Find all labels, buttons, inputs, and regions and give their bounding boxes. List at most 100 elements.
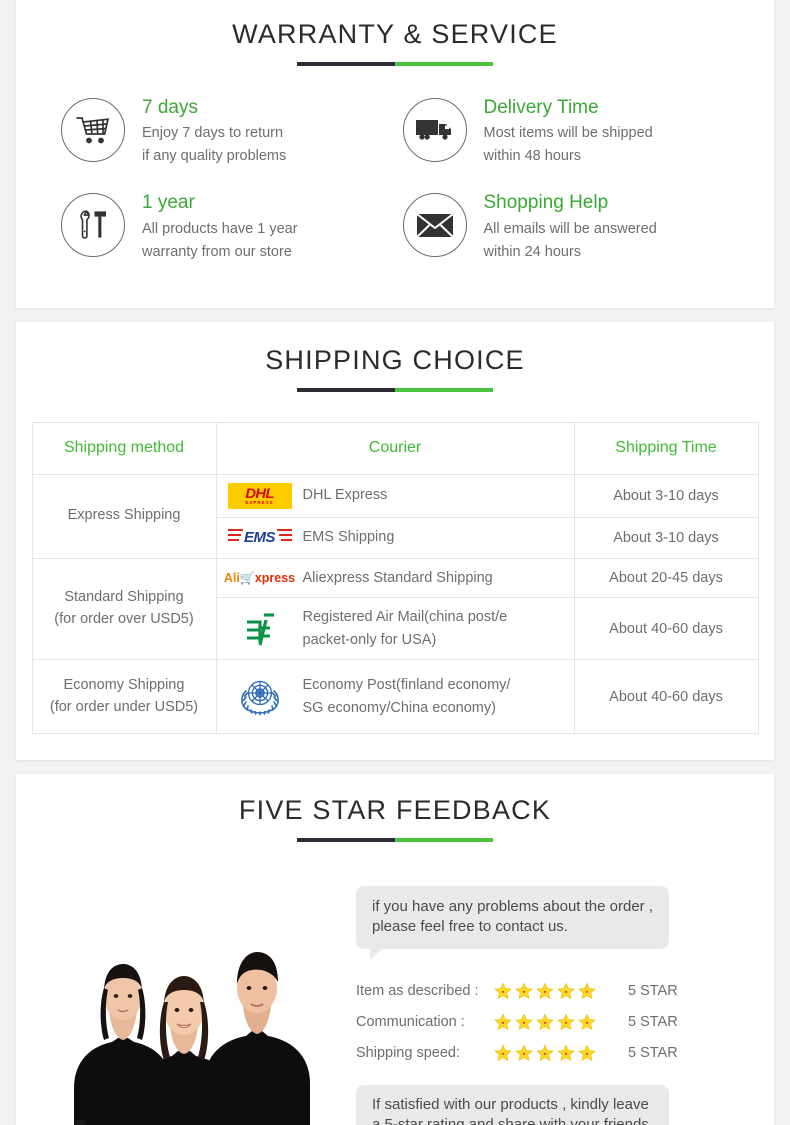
feature-desc: Most items will be shipped within 48 hou… <box>483 125 653 164</box>
courier-name: DHL Express <box>302 487 388 504</box>
table-row: Economy Shipping (for order under USD5) <box>31 659 759 735</box>
star-icon <box>557 1044 575 1061</box>
cell-shipping-time: About 20-45 days <box>573 557 759 599</box>
rating-label: Shipping speed: <box>356 1044 460 1061</box>
column-header-courier: Courier <box>215 421 575 475</box>
heading-rule <box>297 387 493 392</box>
star-rating <box>494 1044 606 1062</box>
table-row: Express Shipping DHL EXPRESS DHL Express <box>31 473 759 559</box>
ali-cart-icon: 🛒 <box>239 570 255 585</box>
feedback-heading: FIVE STAR FEEDBACK <box>16 795 774 842</box>
star-icon <box>578 1013 596 1030</box>
column-header-shipping-method: Shipping method <box>31 421 217 475</box>
rule-dark-half <box>297 61 395 66</box>
rating-row-shipping-speed: Shipping speed: 5 STAR <box>356 1037 748 1068</box>
cell-shipping-method: Express Shipping <box>31 473 217 559</box>
column-header-shipping-time: Shipping Time <box>573 421 759 475</box>
courier-name: EMS Shipping <box>302 529 395 546</box>
star-icon <box>515 982 533 999</box>
xpress-wordmark: xpress <box>254 570 296 585</box>
warranty-heading: WARRANTY & SERVICE <box>16 19 774 66</box>
cell-courier: DHL EXPRESS DHL Express <box>215 473 575 518</box>
heading-rule <box>297 837 493 842</box>
ali-wordmark: Ali <box>223 570 240 585</box>
star-rating <box>494 1013 606 1031</box>
speech-bubble: if you have any problems about the order… <box>356 885 670 960</box>
rating-value: 5 STAR <box>628 1044 678 1061</box>
warranty-service-section: WARRANTY & SERVICE 7 days Enjoy 7 days t… <box>16 0 774 308</box>
feature-shopping-help: Shopping Help All emails will be answere… <box>402 189 745 263</box>
five-star-feedback-section: FIVE STAR FEEDBACK if you have any probl… <box>16 774 774 1125</box>
rating-row-item-as-described: Item as described : 5 STAR <box>356 975 748 1006</box>
courier-name: Economy Post(finland economy/ SG economy… <box>302 677 511 716</box>
shipping-table: Shipping method Courier Shipping Time Ex… <box>31 421 759 735</box>
rule-green-half <box>395 837 493 842</box>
shipping-title: SHIPPING CHOICE <box>265 345 525 375</box>
cell-shipping-method: Standard Shipping (for order over USD5) <box>31 557 217 661</box>
rating-row-communication: Communication : 5 STAR <box>356 1006 748 1037</box>
shipping-heading: SHIPPING CHOICE <box>16 345 774 392</box>
star-icon <box>536 1013 554 1030</box>
star-icon <box>536 1044 554 1061</box>
feature-delivery-time: Delivery Time Most items will be shipped… <box>402 94 745 168</box>
feature-1-year: 1 year All products have 1 year warranty… <box>61 189 403 263</box>
feature-text: Shopping Help All emails will be answere… <box>467 189 657 263</box>
feature-desc: All emails will be answered within 24 ho… <box>483 221 657 260</box>
cell-courier: Economy Post(finland economy/ SG economy… <box>215 659 575 735</box>
table-row: Standard Shipping (for order over USD5) … <box>31 557 759 661</box>
feature-desc: Enjoy 7 days to return if any quality pr… <box>142 125 287 164</box>
star-icon <box>578 1044 596 1061</box>
rule-dark-half <box>297 387 395 392</box>
ratings-list: Item as described : 5 STAR Communication… <box>356 975 748 1068</box>
star-icon <box>578 982 596 999</box>
tools-icon <box>61 193 125 258</box>
shopping-cart-icon <box>61 97 125 162</box>
feedback-body: if you have any problems about the order… <box>16 868 774 1125</box>
cell-shipping-time: About 40-60 days <box>573 659 759 735</box>
cell-courier: EMS EMS Shipping <box>215 516 575 559</box>
cell-shipping-time: About 40-60 days <box>573 597 759 661</box>
cell-courier: Ali🛒xpress Aliexpress Standard Shipping <box>215 557 575 599</box>
rating-request-note: If satisfied with our products , kindly … <box>356 1085 669 1125</box>
team-photo <box>16 887 346 1125</box>
rating-label: Item as described : <box>356 982 479 999</box>
cell-courier: Registered Air Mail(china post/e packet-… <box>215 597 575 661</box>
star-icon <box>536 982 554 999</box>
star-icon <box>557 982 575 999</box>
star-icon <box>494 1013 512 1030</box>
promo-page: WARRANTY & SERVICE 7 days Enjoy 7 days t… <box>0 0 790 1125</box>
heading-rule <box>297 61 493 66</box>
table-header-row: Shipping method Courier Shipping Time <box>31 421 759 475</box>
star-icon <box>494 1044 512 1061</box>
page-title: WARRANTY & SERVICE <box>232 19 558 49</box>
dhl-logo: DHL EXPRESS <box>217 482 303 509</box>
star-icon <box>557 1013 575 1030</box>
star-icon <box>494 982 512 999</box>
star-rating <box>494 982 606 1000</box>
china-post-logo <box>217 609 303 649</box>
feature-7-days: 7 days Enjoy 7 days to return if any qua… <box>61 94 403 168</box>
feature-title: 1 year <box>142 192 195 214</box>
rule-green-half <box>395 61 493 66</box>
cell-shipping-time: About 3-10 days <box>573 473 759 518</box>
feature-text: Delivery Time Most items will be shipped… <box>467 94 653 168</box>
ems-wordmark: EMS <box>243 529 276 547</box>
dhl-sublabel: EXPRESS <box>245 499 274 505</box>
rating-value: 5 STAR <box>628 1013 678 1030</box>
star-icon <box>515 1013 533 1030</box>
feature-title: Shopping Help <box>483 192 609 214</box>
rating-value: 5 STAR <box>628 982 678 999</box>
envelope-icon <box>402 193 467 258</box>
courier-name: Aliexpress Standard Shipping <box>302 569 493 586</box>
cell-shipping-method: Economy Shipping (for order under USD5) <box>31 659 217 735</box>
aliexpress-logo: Ali🛒xpress <box>217 571 303 585</box>
courier-name: Registered Air Mail(china post/e packet-… <box>302 609 508 648</box>
rule-green-half <box>395 387 493 392</box>
ems-logo: EMS <box>217 526 303 550</box>
rule-dark-half <box>297 837 395 842</box>
feature-title: 7 days <box>142 96 198 118</box>
shipping-choice-section: SHIPPING CHOICE Shipping method Courier … <box>16 322 774 761</box>
warranty-feature-grid: 7 days Enjoy 7 days to return if any qua… <box>16 66 774 263</box>
feature-title: Delivery Time <box>483 96 599 118</box>
feedback-title: FIVE STAR FEEDBACK <box>238 795 552 826</box>
